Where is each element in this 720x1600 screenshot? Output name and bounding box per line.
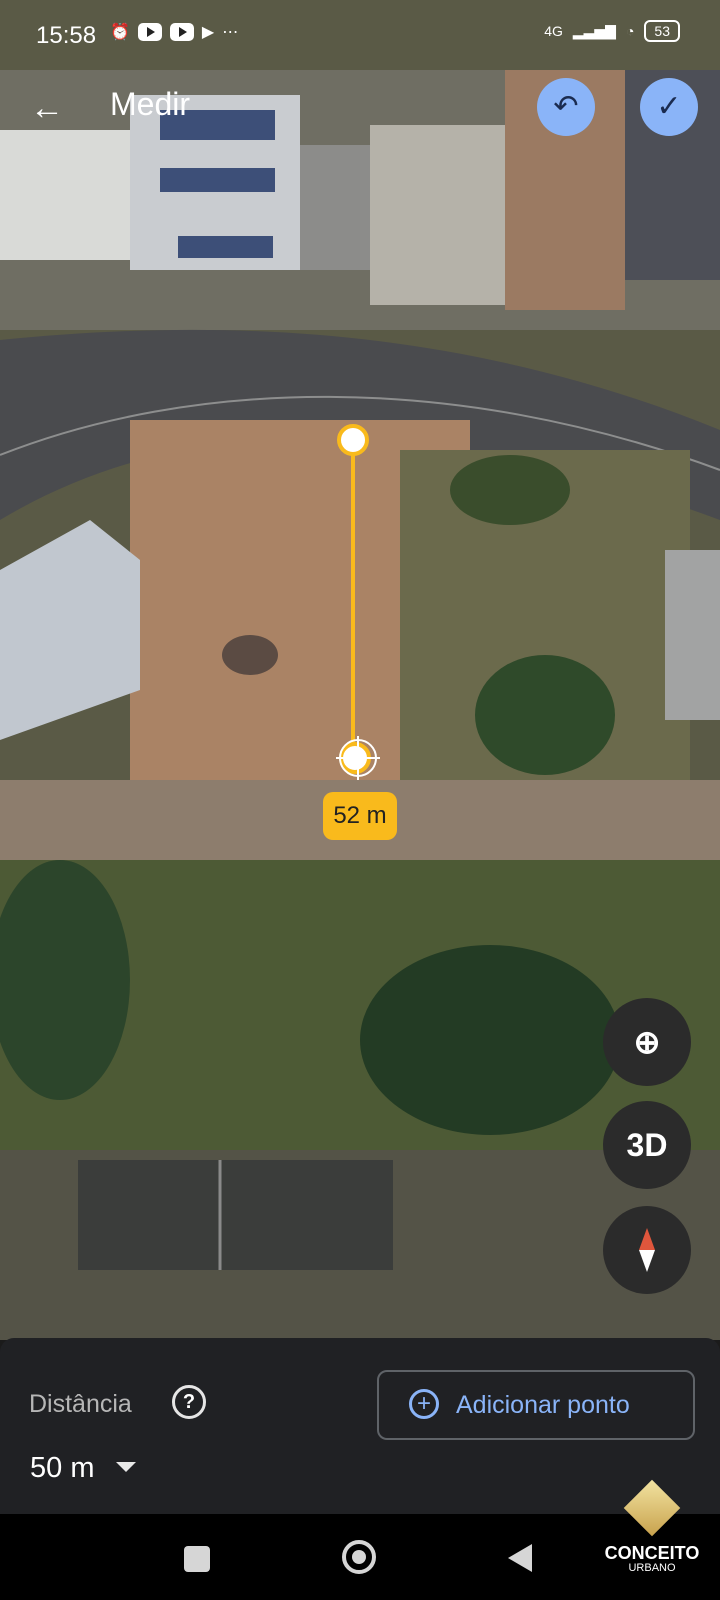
diamond-logo-icon [623, 1479, 681, 1537]
question-icon[interactable]: ? [172, 1385, 206, 1419]
my-location-button[interactable]: ⊕ [603, 998, 691, 1086]
my-location-icon: ⊕ [633, 1024, 661, 1060]
done-button[interactable]: ✓ [640, 78, 698, 136]
undo-icon: ↶ [553, 90, 579, 123]
youtube-icon [169, 23, 194, 41]
network-label: 4G [544, 23, 563, 39]
battery-icon: 53 [644, 20, 680, 42]
recents-icon[interactable] [184, 1546, 210, 1572]
scale-value[interactable]: 50 m [30, 1452, 94, 1485]
home-icon[interactable] [342, 1540, 376, 1574]
page-title: Medir [110, 86, 191, 122]
plus-circle-icon: + [409, 1389, 439, 1419]
measure-start-point[interactable] [337, 424, 369, 456]
chevron-down-icon[interactable] [116, 1462, 136, 1472]
measure-toolbar: ← Medir ↶ ✓ [0, 70, 720, 144]
signal-icon: ▂▃▅▇ [572, 22, 616, 39]
three-d-button[interactable]: 3D [603, 1101, 691, 1189]
alarm-icon: ⏰ [110, 24, 130, 41]
wifi-icon: ◔ [625, 23, 635, 39]
distance-label: Distância [29, 1390, 132, 1418]
watermark-subtitle: URBANO [628, 1562, 676, 1574]
status-right-icons: 4G ▂▃▅▇ ◔ 53 [544, 20, 680, 42]
watermark-title: CONCEITO [604, 1543, 700, 1563]
status-time: 15:58 [36, 22, 97, 49]
status-bar: 15:58 ⏰ ▶ ⋯ 4G ▂▃▅▇ ◔ 53 [0, 0, 720, 70]
youtube-icon [137, 23, 162, 41]
undo-button[interactable]: ↶ [537, 78, 595, 136]
compass-button[interactable] [603, 1206, 691, 1294]
check-icon: ✓ [656, 90, 682, 123]
add-point-label: Adicionar ponto [456, 1391, 630, 1419]
add-point-button[interactable]: + Adicionar ponto [377, 1370, 695, 1440]
more-icon: ⋯ [222, 24, 239, 41]
status-left-icons: ⏰ ▶ ⋯ [110, 22, 238, 42]
play-store-icon: ▶ [201, 24, 215, 41]
watermark-logo: CONCEITO URBANO [592, 1479, 712, 1578]
arrow-left-icon[interactable]: ← [30, 86, 74, 130]
measure-distance-chip: 52 m [323, 792, 397, 840]
compass-icon [639, 1228, 655, 1272]
back-triangle-icon[interactable] [508, 1544, 532, 1572]
